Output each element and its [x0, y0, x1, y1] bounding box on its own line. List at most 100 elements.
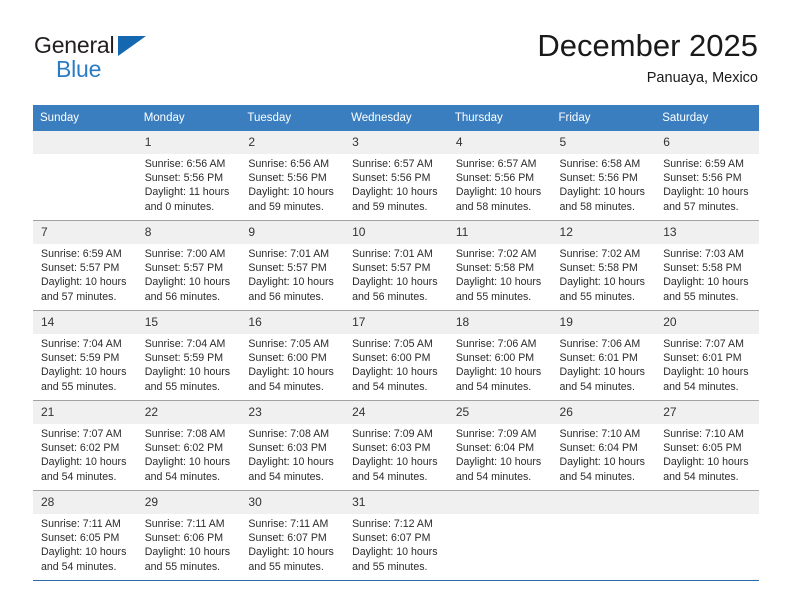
daylight-text-line2: and 54 minutes.: [144, 470, 221, 483]
calendar-day-cell[interactable]: 8 Sunrise: 7:00 AM Sunset: 5:57 PM Daylight…: [136, 220, 241, 311]
daylight-text-line1: Daylight: 10 hours: [248, 276, 334, 289]
daylight-text-line1: Daylight: 10 hours: [144, 276, 231, 289]
day-cell-inner: 20 Sunrise: 7:07 AM Sunset: 6:01 PM Dayligh…: [655, 311, 759, 400]
calendar-day-cell[interactable]: 7 Sunrise: 6:59 AM Sunset: 5:57 PM Daylight…: [33, 220, 137, 311]
sunrise-text: Sunrise: 6:59 AM: [663, 158, 744, 170]
daylight-text-line1: Daylight: 11 hours: [144, 186, 230, 199]
calendar-day-cell[interactable]: 18 Sunrise: 7:06 AM Sunset: 6:00 PM Dayligh…: [447, 310, 552, 401]
calendar-day-cell[interactable]: 6 Sunrise: 6:59 AM Sunset: 5:56 PM Daylight…: [655, 131, 759, 221]
day-cell-inner: [655, 491, 759, 580]
day-details: Sunrise: 7:08 AM Sunset: 6:02 PM Daylight:…: [137, 424, 241, 484]
day-details: Sunrise: 6:56 AM Sunset: 5:56 PM Daylight:…: [240, 154, 344, 214]
calendar-body: 1 Sunrise: 6:56 AM Sunset: 5:56 PM Daylight…: [33, 131, 759, 581]
calendar-day-cell[interactable]: 14 Sunrise: 7:04 AM Sunset: 5:59 PM Dayligh…: [33, 310, 137, 401]
daylight-text-line2: and 55 minutes.: [144, 560, 221, 573]
calendar-day-cell[interactable]: 26 Sunrise: 7:10 AM Sunset: 6:04 PM Dayligh…: [551, 400, 656, 491]
sunset-text: Sunset: 6:07 PM: [352, 532, 431, 545]
daylight-text-line1: Daylight: 10 hours: [144, 546, 231, 559]
calendar-header-row: Sunday Monday Tuesday Wednesday Thursday…: [33, 105, 759, 131]
calendar-day-cell[interactable]: 24 Sunrise: 7:09 AM Sunset: 6:03 PM Dayligh…: [344, 400, 448, 491]
calendar-day-cell[interactable]: 21 Sunrise: 7:07 AM Sunset: 6:02 PM Dayligh…: [33, 400, 137, 491]
calendar-day-cell[interactable]: 17 Sunrise: 7:05 AM Sunset: 6:00 PM Dayligh…: [344, 310, 448, 401]
day-details: Sunrise: 7:10 AM Sunset: 6:05 PM Daylight:…: [655, 424, 759, 484]
calendar-day-cell[interactable]: 5 Sunrise: 6:58 AM Sunset: 5:56 PM Daylight…: [551, 131, 656, 221]
day-number: 22: [136, 401, 241, 424]
calendar-day-cell[interactable]: 2 Sunrise: 6:56 AM Sunset: 5:56 PM Daylight…: [240, 131, 345, 221]
calendar-day-cell[interactable]: 31 Sunrise: 7:12 AM Sunset: 6:07 PM Dayligh…: [344, 490, 448, 581]
page-title: December 2025: [537, 28, 758, 63]
sunrise-text: Sunrise: 7:01 AM: [352, 248, 433, 260]
sunset-text: Sunset: 5:58 PM: [455, 262, 535, 275]
calendar-day-cell[interactable]: 27 Sunrise: 7:10 AM Sunset: 6:05 PM Dayligh…: [655, 400, 759, 491]
day-details: Sunrise: 7:02 AM Sunset: 5:58 PM Daylight:…: [552, 244, 656, 304]
day-number: 18: [447, 311, 552, 334]
calendar-day-cell[interactable]: 11 Sunrise: 7:02 AM Sunset: 5:58 PM Dayligh…: [447, 220, 552, 311]
calendar-day-cell[interactable]: 29 Sunrise: 7:11 AM Sunset: 6:06 PM Dayligh…: [136, 490, 241, 581]
daylight-text-line1: Daylight: 10 hours: [663, 276, 749, 289]
day-cell-inner: 16 Sunrise: 7:05 AM Sunset: 6:00 PM Dayligh…: [240, 311, 345, 400]
calendar-day-cell[interactable]: 19 Sunrise: 7:06 AM Sunset: 6:01 PM Dayligh…: [551, 310, 656, 401]
calendar-day-cell[interactable]: 4 Sunrise: 6:57 AM Sunset: 5:56 PM Daylight…: [447, 131, 552, 221]
weekday-header-saturday: Saturday: [655, 105, 759, 131]
daylight-text-line2: and 55 minutes.: [455, 290, 532, 303]
calendar-day-cell[interactable]: 9 Sunrise: 7:01 AM Sunset: 5:57 PM Daylight…: [240, 220, 345, 311]
sunset-text: Sunset: 6:01 PM: [663, 352, 742, 365]
sunset-text: Sunset: 5:57 PM: [41, 262, 120, 275]
day-details: Sunrise: 7:00 AM Sunset: 5:57 PM Daylight:…: [137, 244, 241, 304]
calendar-day-cell[interactable]: 28 Sunrise: 7:11 AM Sunset: 6:05 PM Dayligh…: [33, 490, 137, 581]
calendar-day-cell[interactable]: 30 Sunrise: 7:11 AM Sunset: 6:07 PM Dayligh…: [240, 490, 345, 581]
day-details: Sunrise: 6:59 AM Sunset: 5:56 PM Daylight:…: [655, 154, 759, 214]
daylight-text-line1: Daylight: 10 hours: [41, 546, 127, 559]
day-number: [33, 131, 137, 154]
day-number: 10: [344, 221, 448, 244]
day-number: [655, 491, 759, 514]
calendar-day-cell[interactable]: 25 Sunrise: 7:09 AM Sunset: 6:04 PM Dayligh…: [447, 400, 552, 491]
day-cell-inner: 12 Sunrise: 7:02 AM Sunset: 5:58 PM Dayligh…: [551, 221, 656, 310]
day-cell-inner: 1 Sunrise: 6:56 AM Sunset: 5:56 PM Daylight…: [136, 131, 241, 220]
day-details: Sunrise: 7:12 AM Sunset: 6:07 PM Daylight:…: [344, 514, 448, 574]
day-cell-inner: 23 Sunrise: 7:08 AM Sunset: 6:03 PM Dayligh…: [240, 401, 345, 490]
calendar-day-cell[interactable]: 12 Sunrise: 7:02 AM Sunset: 5:58 PM Dayligh…: [551, 220, 656, 311]
weekday-header-thursday: Thursday: [447, 105, 552, 131]
sunrise-sunset-calendar: Sunday Monday Tuesday Wednesday Thursday…: [33, 105, 759, 581]
day-cell-inner: 9 Sunrise: 7:01 AM Sunset: 5:57 PM Daylight…: [240, 221, 345, 310]
day-details: Sunrise: 7:04 AM Sunset: 5:59 PM Daylight:…: [137, 334, 241, 394]
calendar-day-cell[interactable]: 13 Sunrise: 7:03 AM Sunset: 5:58 PM Dayligh…: [655, 220, 759, 311]
daylight-text-line2: and 54 minutes.: [248, 470, 324, 483]
calendar-day-cell[interactable]: 3 Sunrise: 6:57 AM Sunset: 5:56 PM Daylight…: [344, 131, 448, 221]
day-details: Sunrise: 7:03 AM Sunset: 5:58 PM Daylight:…: [655, 244, 759, 304]
day-number: [551, 491, 656, 514]
day-cell-inner: 19 Sunrise: 7:06 AM Sunset: 6:01 PM Dayligh…: [551, 311, 656, 400]
daylight-text-line2: and 54 minutes.: [559, 470, 635, 483]
day-cell-inner: [33, 131, 137, 220]
sunset-text: Sunset: 5:58 PM: [559, 262, 638, 275]
calendar-day-cell[interactable]: 23 Sunrise: 7:08 AM Sunset: 6:03 PM Dayligh…: [240, 400, 345, 491]
sunset-text: Sunset: 6:07 PM: [248, 532, 327, 545]
daylight-text-line2: and 57 minutes.: [41, 290, 117, 303]
calendar-day-cell[interactable]: 10 Sunrise: 7:01 AM Sunset: 5:57 PM Dayligh…: [344, 220, 448, 311]
sunset-text: Sunset: 5:57 PM: [352, 262, 431, 275]
day-number: 5: [551, 131, 656, 154]
day-cell-inner: 21 Sunrise: 7:07 AM Sunset: 6:02 PM Dayligh…: [33, 401, 137, 490]
calendar-day-cell[interactable]: 1 Sunrise: 6:56 AM Sunset: 5:56 PM Daylight…: [136, 131, 241, 221]
sunrise-text: Sunrise: 6:57 AM: [352, 158, 433, 170]
sunrise-text: Sunrise: 7:07 AM: [41, 428, 122, 440]
daylight-text-line1: Daylight: 10 hours: [663, 456, 749, 469]
day-cell-inner: 7 Sunrise: 6:59 AM Sunset: 5:57 PM Daylight…: [33, 221, 137, 310]
sunrise-text: Sunrise: 7:08 AM: [248, 428, 330, 440]
daylight-text-line1: Daylight: 10 hours: [248, 456, 334, 469]
daylight-text-line2: and 55 minutes.: [559, 290, 635, 303]
calendar-week-row: 14 Sunrise: 7:04 AM Sunset: 5:59 PM Dayligh…: [33, 310, 759, 401]
calendar-day-cell[interactable]: 20 Sunrise: 7:07 AM Sunset: 6:01 PM Dayligh…: [655, 310, 759, 401]
day-number: 9: [240, 221, 345, 244]
daylight-text-line1: Daylight: 10 hours: [352, 276, 438, 289]
calendar-day-cell[interactable]: 16 Sunrise: 7:05 AM Sunset: 6:00 PM Dayligh…: [240, 310, 345, 401]
day-details: Sunrise: 6:59 AM Sunset: 5:57 PM Daylight:…: [33, 244, 137, 304]
sunset-text: Sunset: 6:04 PM: [455, 442, 535, 455]
calendar-day-cell-empty: [33, 131, 137, 221]
calendar-day-cell[interactable]: 15 Sunrise: 7:04 AM Sunset: 5:59 PM Dayligh…: [136, 310, 241, 401]
sunrise-text: Sunrise: 7:06 AM: [559, 338, 641, 350]
sunset-text: Sunset: 5:56 PM: [663, 172, 742, 185]
day-number: 26: [551, 401, 656, 424]
calendar-day-cell[interactable]: 22 Sunrise: 7:08 AM Sunset: 6:02 PM Dayligh…: [136, 400, 241, 491]
